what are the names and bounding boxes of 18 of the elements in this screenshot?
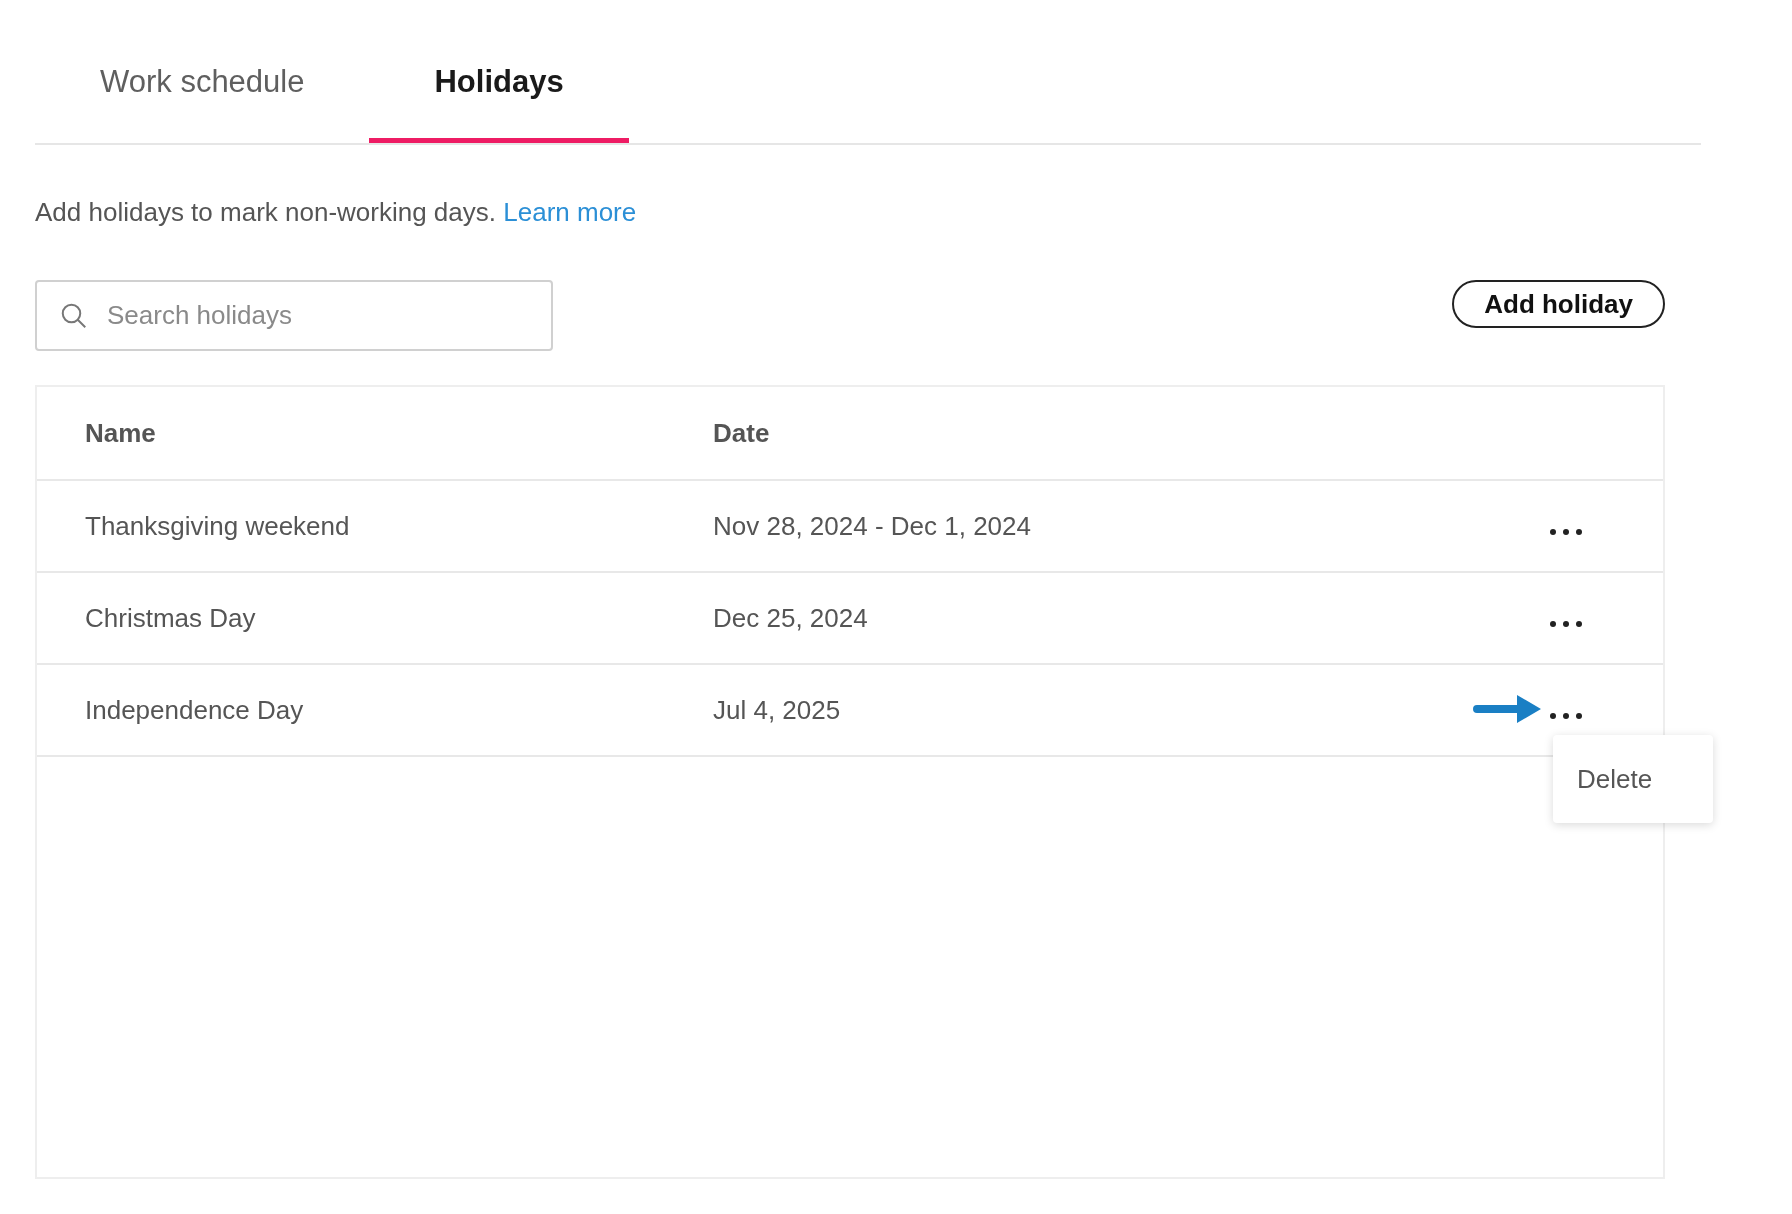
- column-header: Date: [713, 417, 771, 449]
- table-cell: Independence Day: [85, 694, 304, 726]
- more-icon: [1549, 712, 1583, 720]
- table-cell: Dec 25, 2024: [713, 602, 868, 634]
- column-header: Name: [85, 417, 157, 449]
- table-cell: Thanksgiving weekend: [85, 510, 350, 542]
- tab[interactable]: Work schedule: [35, 0, 370, 143]
- table-cell: Jul 4, 2025: [713, 694, 841, 726]
- more-icon: [1549, 620, 1583, 628]
- learn-more-link[interactable]: Learn more: [503, 197, 637, 227]
- table-cell: Christmas Day: [85, 602, 256, 634]
- search-field[interactable]: Search holidays: [35, 280, 553, 351]
- description-text: Add holidays to mark non-working days. Learn more: [35, 197, 638, 228]
- more-icon: [1549, 528, 1583, 536]
- tab[interactable]: Holidays: [369, 0, 629, 143]
- table-cell: Nov 28, 2024 - Dec 1, 2024: [713, 510, 1031, 542]
- add-holiday-button[interactable]: Add holiday: [1452, 280, 1665, 328]
- menu-item[interactable]: Delete: [1553, 763, 1653, 795]
